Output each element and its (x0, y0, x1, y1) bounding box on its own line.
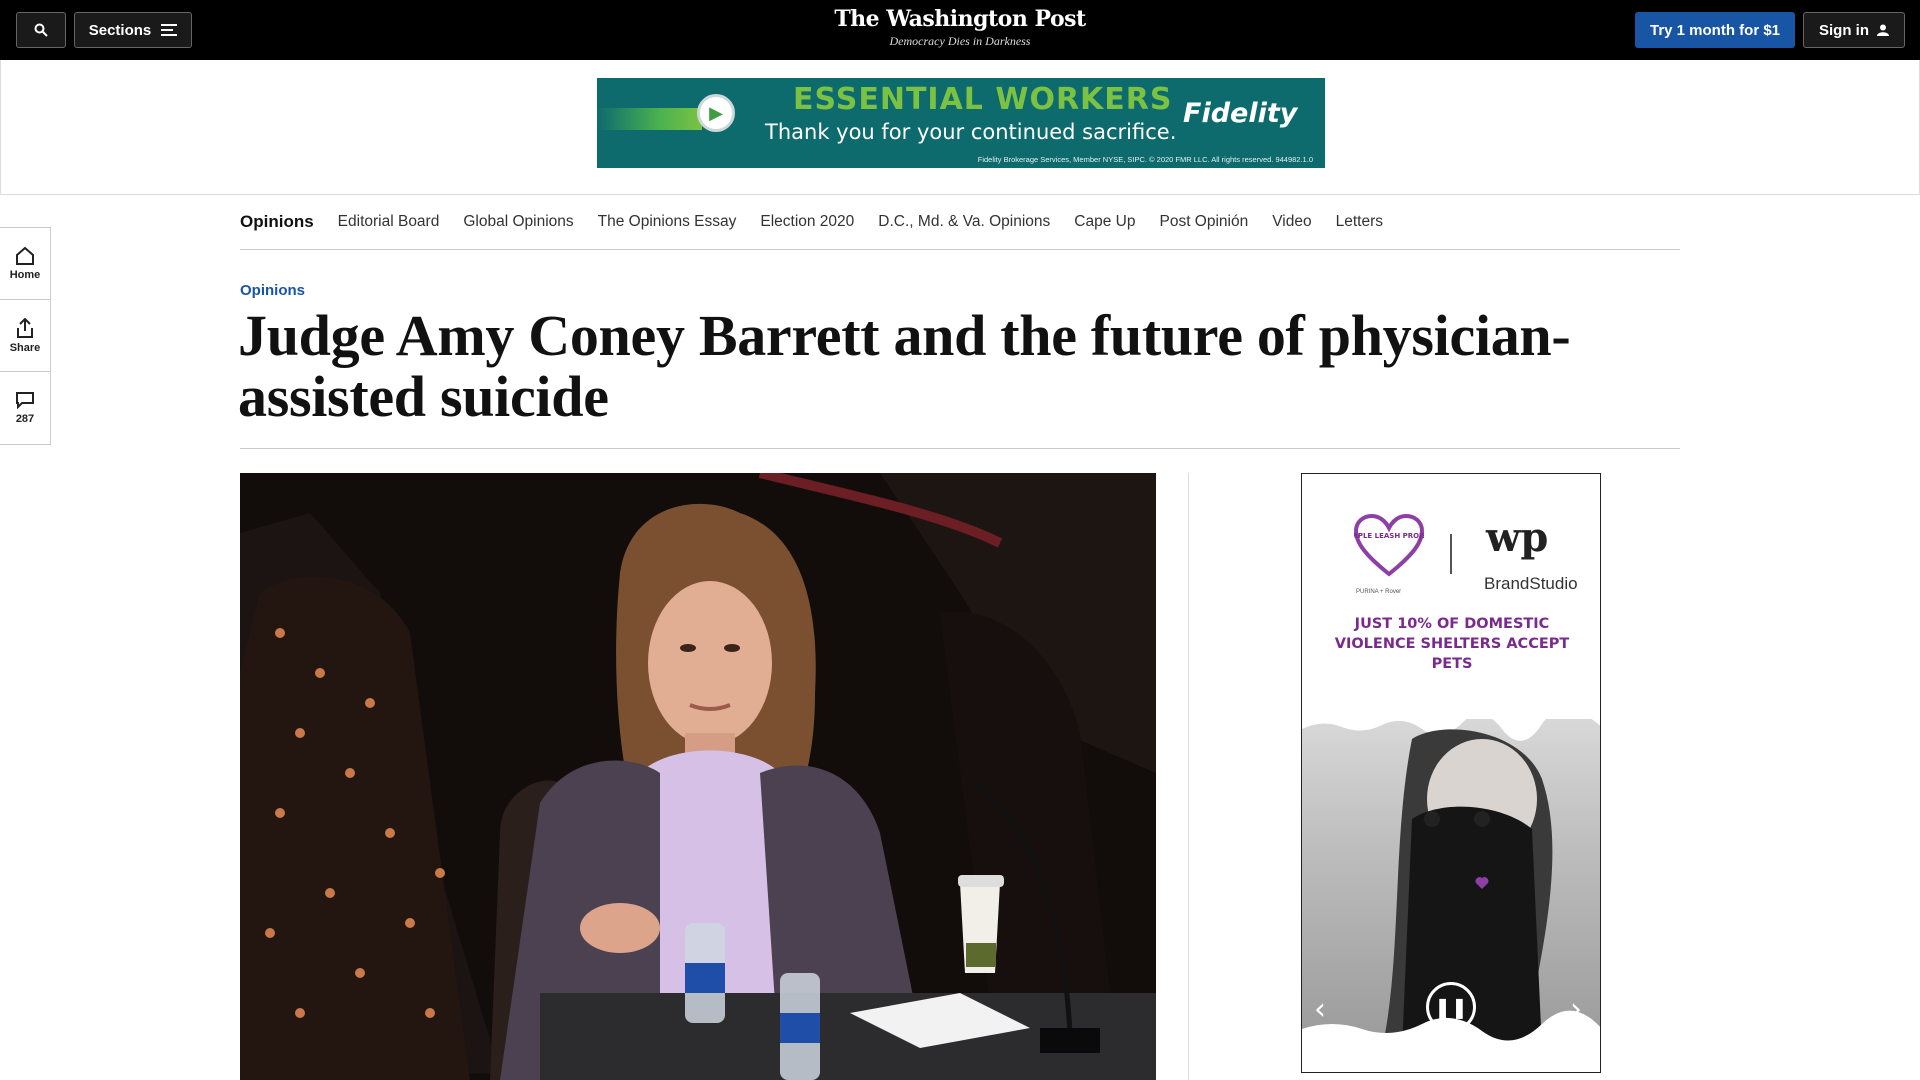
article-kicker[interactable]: Opinions (240, 282, 305, 299)
masthead[interactable]: The Washington Post Democracy Dies in Da… (760, 6, 1160, 49)
section-nav-current[interactable]: Opinions (240, 212, 314, 232)
section-nav-item[interactable]: Election 2020 (760, 213, 854, 231)
subscribe-button[interactable]: Try 1 month for $1 (1635, 12, 1795, 48)
share-label: Share (9, 341, 41, 354)
ad-sponsor-line: PURINA + Rover (1356, 589, 1402, 595)
site-logo[interactable]: The Washington Post (760, 6, 1160, 32)
headline-divider (240, 448, 1680, 449)
home-icon (16, 246, 34, 265)
section-nav-item[interactable]: Video (1272, 213, 1311, 231)
section-nav-item[interactable]: Post Opinión (1159, 213, 1248, 231)
section-nav-item[interactable]: Editorial Board (338, 213, 440, 231)
sections-button[interactable]: Sections (74, 12, 192, 48)
user-icon (1877, 24, 1889, 36)
column-divider (1188, 473, 1189, 1080)
home-label: Home (9, 268, 41, 281)
menu-icon (161, 24, 178, 36)
ad-headline: ESSENTIAL WORKERS (793, 82, 1173, 117)
search-icon (34, 23, 48, 37)
side-ad[interactable]: PURPLE LEASH PROJECT PURINA + Rover wp B… (1301, 473, 1601, 1073)
wp-logo: wp (1486, 514, 1549, 561)
search-button[interactable] (16, 12, 66, 48)
ad-pause-button[interactable]: ❚❚ (1426, 982, 1476, 1032)
ad-logo-text: PURPLE LEASH PROJECT (1354, 532, 1424, 540)
signin-label: Sign in (1819, 21, 1869, 39)
section-nav-item[interactable]: Cape Up (1074, 213, 1135, 231)
ad-stripe (597, 108, 702, 130)
lead-photo[interactable] (240, 473, 1156, 1080)
share-button[interactable]: Share (0, 300, 50, 372)
ad-prev-button[interactable]: ‹ (1314, 992, 1326, 1027)
signin-button[interactable]: Sign in (1803, 12, 1905, 48)
home-button[interactable]: Home (0, 228, 50, 300)
section-nav-item[interactable]: Letters (1336, 213, 1383, 231)
share-icon (17, 317, 33, 338)
comments-button[interactable]: 287 (0, 372, 50, 444)
comments-count: 287 (15, 413, 35, 425)
section-nav-item[interactable]: Global Opinions (463, 213, 573, 231)
ad-message: JUST 10% OF DOMESTIC VIOLENCE SHELTERS A… (1334, 616, 1570, 672)
top-bar: Sections The Washington Post Democracy D… (0, 0, 1920, 60)
leaderboard-ad[interactable]: ▶ ESSENTIAL WORKERS Thank you for your c… (597, 78, 1325, 168)
comment-icon (16, 392, 34, 409)
photo-illustration (240, 473, 1156, 1080)
brandstudio-label: BrandStudio (1484, 574, 1578, 593)
ad-subline: Thank you for your continued sacrifice. (765, 120, 1177, 144)
section-nav-item[interactable]: D.C., Md. & Va. Opinions (878, 213, 1050, 231)
ad-logo-divider (1450, 534, 1452, 574)
play-arrow-icon: ▶ (697, 94, 735, 132)
sections-label: Sections (88, 21, 152, 39)
section-nav-item[interactable]: The Opinions Essay (598, 213, 737, 231)
tagline: Democracy Dies in Darkness (889, 34, 1031, 48)
heart-logo-icon: PURPLE LEASH PROJECT (1354, 514, 1424, 577)
ad-brand-logo: Fidelity (1183, 98, 1298, 129)
ad-band: ▶ ESSENTIAL WORKERS Thank you for your c… (0, 60, 1920, 195)
ad-fineprint: Fidelity Brokerage Services, Member NYSE… (977, 155, 1313, 164)
article-headline: Judge Amy Coney Barrett and the future o… (238, 303, 1571, 429)
ad-next-button[interactable]: › (1570, 992, 1582, 1027)
section-nav: Opinions Editorial Board Global Opinions… (240, 195, 1680, 250)
left-rail: Home Share 287 (0, 227, 51, 445)
